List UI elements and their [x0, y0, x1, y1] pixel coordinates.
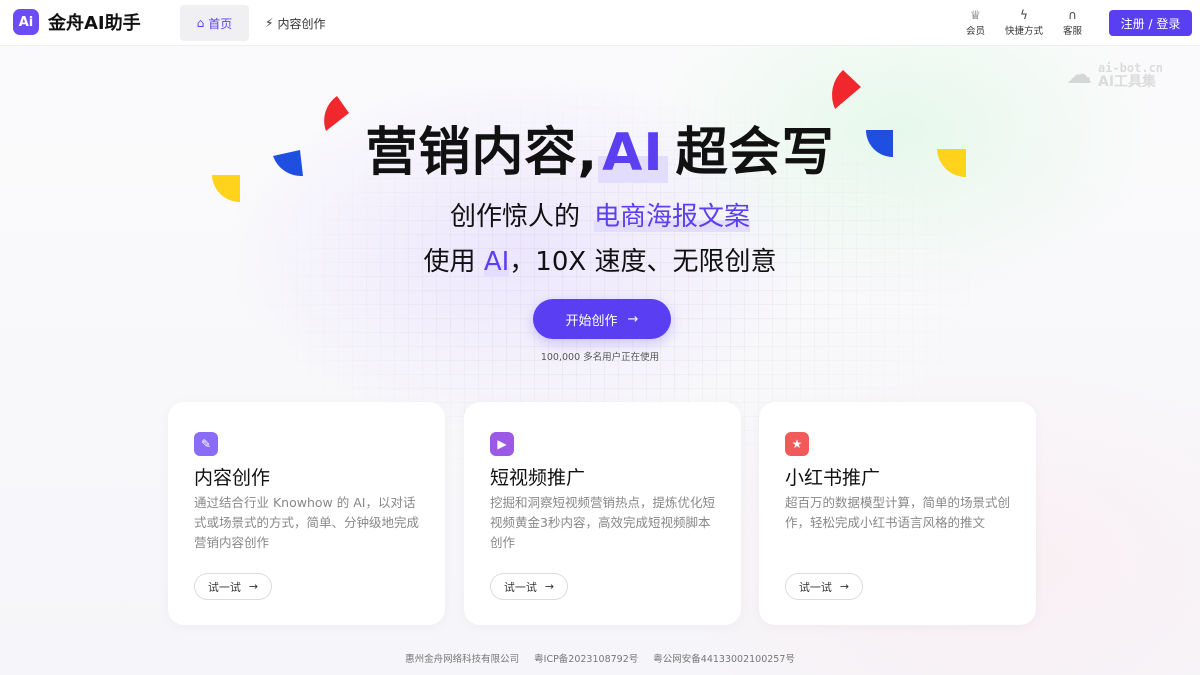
footer-company: 惠州金舟网络科技有限公司 — [405, 654, 520, 665]
membership-label: 会员 — [966, 26, 986, 37]
membership-button[interactable]: ♕ 会员 — [966, 8, 985, 37]
hero-subtitle-2-suffix: ，10X 速度、无限创意 — [509, 247, 777, 277]
lightning-icon: ⚡ — [265, 16, 274, 30]
top-header: Ai 金舟AI助手 ⌂ 首页 ⚡ 内容创作 ♕ 会员 ϟ 快捷方式 ∩ 客服 注… — [0, 0, 1200, 46]
nav-content-create-tab[interactable]: ⚡ 内容创作 — [265, 5, 325, 41]
register-login-button[interactable]: 注册 / 登录 — [1109, 10, 1192, 36]
edit-icon: ✎ — [194, 432, 218, 456]
card-description: 超百万的数据模型计算，简单的场景式创作，轻松完成小红书语言风格的推文 — [785, 495, 1011, 530]
app-name: 金舟AI助手 — [48, 13, 141, 34]
logo-mark-icon: Ai — [13, 9, 39, 35]
watermark-url: ai-bot.cn — [1098, 61, 1164, 75]
try-label: 试一试 — [798, 580, 832, 594]
feature-card-content-creation[interactable]: ✎ 内容创作 通过结合行业 Knowhow 的 AI，以对话式或场景式的方式，简… — [168, 402, 445, 625]
hero-subtitle-1: 创作惊人的 电商海报文案 — [0, 196, 1200, 233]
card-title: 内容创作 — [194, 467, 271, 489]
app-logo[interactable]: Ai 金舟AI助手 — [13, 9, 141, 35]
try-label: 试一试 — [207, 580, 241, 594]
footer-police-link[interactable]: 粤公网安备44133002100257号 — [653, 654, 795, 665]
crown-icon: ♕ — [970, 8, 981, 22]
users-count-note: 100,000 多名用户正在使用 — [540, 352, 660, 363]
hero-title-suffix: 超会写 — [675, 123, 835, 183]
customer-service-button[interactable]: ∩ 客服 — [1063, 8, 1082, 37]
hero-title-ai: AI — [598, 123, 668, 183]
watermark: ☁ ai-bot.cn AI工具集 — [1066, 60, 1163, 90]
try-label: 试一试 — [503, 580, 537, 594]
arrow-right-icon: → — [839, 580, 850, 593]
feature-card-xiaohongshu[interactable]: ★ 小红书推广 超百万的数据模型计算，简单的场景式创作，轻松完成小红书语言风格的… — [759, 402, 1036, 625]
feature-card-short-video[interactable]: ▶ 短视频推广 挖掘和洞察短视频营销热点，提炼优化短视频黄金3秒内容，高效完成短… — [464, 402, 741, 625]
lightning-icon: ϟ — [1020, 8, 1028, 22]
home-icon: ⌂ — [196, 16, 205, 30]
try-button[interactable]: 试一试 → — [490, 573, 568, 600]
arrow-right-icon: → — [544, 580, 555, 593]
nav-home-tab[interactable]: ⌂ 首页 — [180, 5, 249, 41]
watermark-text: ai-bot.cn AI工具集 — [1098, 61, 1163, 89]
shortcut-button[interactable]: ϟ 快捷方式 — [1005, 8, 1043, 37]
hero-subtitle-1-highlight: 电商海报文案 — [594, 202, 751, 232]
watermark-name: AI工具集 — [1098, 74, 1157, 90]
arrow-right-icon: → — [627, 311, 639, 327]
start-creating-label: 开始创作 — [565, 313, 618, 329]
footer: 惠州金舟网络科技有限公司 粤ICP备2023108792号 粤公网安备44133… — [0, 651, 1200, 665]
hero-subtitle-1-prefix: 创作惊人的 — [449, 202, 580, 232]
card-description: 挖掘和洞察短视频营销热点，提炼优化短视频黄金3秒内容，高效完成短视频脚本创作 — [490, 495, 716, 550]
footer-icp-link[interactable]: 粤ICP备2023108792号 — [534, 654, 638, 665]
customer-service-label: 客服 — [1063, 26, 1083, 37]
hero-title-prefix: 营销内容, — [365, 123, 599, 183]
headset-icon: ∩ — [1068, 8, 1077, 22]
nav-home-label: 首页 — [208, 16, 233, 31]
hero-subtitle-2-prefix: 使用 — [423, 247, 476, 277]
card-title: 短视频推广 — [490, 467, 586, 489]
play-icon: ▶ — [490, 432, 514, 456]
hero-subtitle-2-ai: AI — [483, 247, 510, 277]
card-title: 小红书推广 — [785, 467, 881, 489]
star-icon: ★ — [785, 432, 809, 456]
hero-title: 营销内容,AI 超会写 — [0, 110, 1200, 185]
hero-subtitle-2: 使用 AI，10X 速度、无限创意 — [0, 241, 1200, 278]
shortcut-label: 快捷方式 — [1005, 26, 1044, 37]
start-creating-button[interactable]: 开始创作 → — [533, 299, 671, 339]
nav-content-create-label: 内容创作 — [277, 16, 326, 31]
card-description: 通过结合行业 Knowhow 的 AI，以对话式或场景式的方式，简单、分钟级地完… — [194, 495, 420, 550]
try-button[interactable]: 试一试 → — [194, 573, 272, 600]
watermark-logo-icon: ☁ — [1066, 60, 1092, 90]
arrow-right-icon: → — [248, 580, 259, 593]
try-button[interactable]: 试一试 → — [785, 573, 863, 600]
